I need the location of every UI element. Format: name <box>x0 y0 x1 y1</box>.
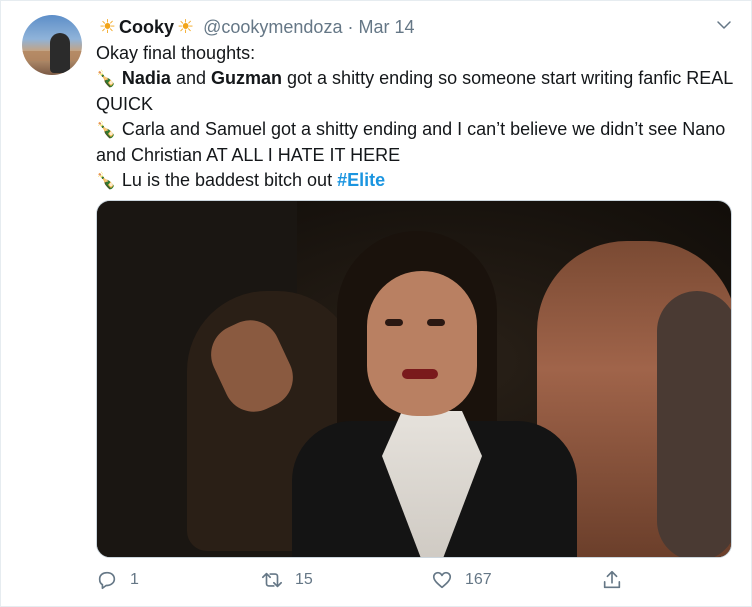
display-name[interactable]: Cooky <box>119 17 174 38</box>
champagne-bottle-icon: 🍾 <box>96 172 116 190</box>
media-figure-lips <box>402 369 438 379</box>
tweet-line-2: Carla and Samuel got a shitty ending and… <box>96 118 731 166</box>
like-count: 167 <box>465 571 492 588</box>
separator-dot: · <box>347 16 354 37</box>
user-handle[interactable]: @cookymendoza <box>203 17 342 38</box>
retweet-icon <box>262 572 282 588</box>
tweet-line-3: Lu is the baddest bitch out <box>121 169 338 190</box>
heart-icon <box>432 571 452 589</box>
like-button[interactable]: 167 <box>431 569 492 591</box>
mention-guzman: Guzman <box>211 67 283 88</box>
reply-count: 1 <box>130 571 139 588</box>
mention-nadia: Nadia <box>121 67 171 88</box>
media-figure-eye <box>385 319 403 326</box>
avatar-person <box>50 33 70 73</box>
retweet-button[interactable]: 15 <box>261 569 313 591</box>
chevron-down-icon[interactable] <box>715 16 733 34</box>
reply-icon <box>98 571 116 590</box>
champagne-bottle-icon: 🍾 <box>96 121 116 139</box>
retweet-count: 15 <box>295 571 313 588</box>
tweet-line-intro: Okay final thoughts: <box>96 43 256 63</box>
media-figure-eye <box>427 319 445 326</box>
sun-emoji-icon: ☀ <box>177 16 195 38</box>
hashtag-link[interactable]: #Elite <box>337 170 385 190</box>
media-figure-right <box>657 291 731 557</box>
tweet-header: ☀ Cooky ☀ @cookymendoza · Mar 14 <box>96 15 711 39</box>
champagne-bottle-icon: 🍾 <box>96 70 116 88</box>
share-button[interactable] <box>601 569 635 591</box>
tweet-actions: 1 15 167 <box>96 569 736 595</box>
tweet-card[interactable]: ☀ Cooky ☀ @cookymendoza · Mar 14 Okay fi… <box>0 0 752 607</box>
avatar[interactable] <box>22 15 82 75</box>
share-icon <box>603 570 621 589</box>
tweet-text: Okay final thoughts: 🍾 Nadia and Guzman g… <box>96 41 736 194</box>
reply-button[interactable]: 1 <box>96 569 139 591</box>
sun-emoji-icon: ☀ <box>99 16 117 38</box>
tweet-text-fragment: and <box>170 67 211 88</box>
tweet-date[interactable]: Mar 14 <box>358 17 414 38</box>
media-figure-face <box>367 271 477 416</box>
media-image[interactable] <box>96 200 732 558</box>
